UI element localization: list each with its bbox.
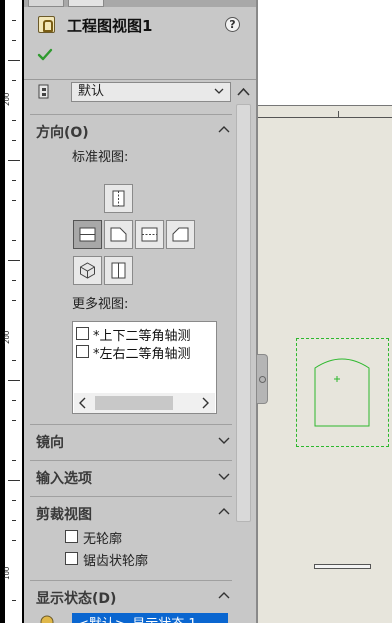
- list-item-label: *上下二等角轴测: [93, 329, 191, 344]
- section-mirror-header[interactable]: 镜向: [24, 427, 232, 453]
- chevron-up-icon: [218, 592, 230, 599]
- scroll-thumb[interactable]: [236, 104, 251, 522]
- section-mirror-label: 镜向: [36, 435, 64, 451]
- sheet-format-row: 默认: [38, 82, 231, 102]
- checkbox[interactable]: [65, 530, 78, 543]
- jagged-outline-label: 锯齿状轮廓: [83, 554, 149, 569]
- chevron-down-icon: [214, 88, 224, 94]
- sheet-zone-tick: [338, 111, 339, 117]
- scroll-right-icon[interactable]: [200, 397, 210, 409]
- view-left-icon: [172, 227, 189, 242]
- scroll-left-icon[interactable]: [78, 397, 88, 409]
- display-state-item[interactable]: <默认>_显示状态 1: [72, 613, 228, 623]
- standard-views-label: 标准视图:: [72, 150, 129, 165]
- section-orientation-label: 方向(O): [36, 125, 89, 141]
- display-state-row: <默认>_显示状态 1: [38, 610, 228, 623]
- panel-title: 工程图视图1: [67, 17, 153, 35]
- sheet-border-line: [258, 117, 392, 118]
- drawing-entity[interactable]: [314, 564, 371, 569]
- vertical-scrollbar[interactable]: [232, 80, 256, 623]
- view-right-icon: [110, 227, 127, 242]
- panel-title-row: 工程图视图1 ?: [24, 7, 256, 41]
- list-item-label: *左右二等角轴测: [93, 347, 191, 362]
- view-top-button[interactable]: [104, 184, 133, 213]
- view-bottom-icon: [141, 227, 158, 242]
- ruler-label: 200: [3, 330, 11, 344]
- panel-divider: [24, 79, 256, 80]
- view-isometric-button[interactable]: [73, 256, 102, 285]
- view-bottom-button[interactable]: [135, 220, 164, 249]
- drawing-sheet[interactable]: [258, 105, 392, 623]
- view-back-icon: [111, 262, 126, 279]
- vertical-ruler: 200 200 100: [0, 0, 24, 623]
- no-outline-label: 无轮廓: [83, 532, 123, 547]
- panel-splitter-handle[interactable]: [257, 354, 268, 404]
- section-crop-view-label: 剪裁视图: [36, 507, 92, 523]
- sheet-format-value: 默认: [78, 84, 105, 99]
- tab-feature-manager[interactable]: [28, 0, 64, 7]
- view-front-button[interactable]: [73, 220, 102, 249]
- section-import-options-header[interactable]: 输入选项: [24, 463, 232, 489]
- more-views-list[interactable]: *上下二等角轴测 *左右二等角轴测: [72, 321, 217, 414]
- scroll-up-icon[interactable]: [235, 84, 252, 101]
- chevron-up-icon: [218, 508, 230, 515]
- view-right-button[interactable]: [104, 220, 133, 249]
- help-icon[interactable]: ?: [225, 17, 240, 32]
- chevron-down-icon: [218, 473, 230, 480]
- view-top-icon: [112, 190, 125, 207]
- drawing-view-geometry: [314, 358, 370, 427]
- property-manager-panel: 工程图视图1 ? 默认 方向(O) 标准视图: 更多视图: *上下二等角轴测 *…: [24, 0, 257, 623]
- view-back-button[interactable]: [104, 256, 133, 285]
- tab-property-manager[interactable]: [68, 0, 104, 7]
- chevron-up-icon: [218, 126, 230, 133]
- ruler-label: 200: [3, 92, 11, 106]
- drawing-view-icon: [38, 16, 55, 33]
- sheet-format-select[interactable]: 默认: [71, 82, 231, 102]
- ruler-label: 100: [3, 566, 11, 580]
- section-import-options-label: 输入选项: [36, 471, 92, 487]
- checkmark-icon[interactable]: [37, 47, 53, 63]
- more-views-label: 更多视图:: [72, 297, 129, 312]
- checkbox[interactable]: [65, 552, 78, 565]
- section-display-state-header[interactable]: 显示状态(D): [24, 583, 232, 609]
- view-left-button[interactable]: [166, 220, 195, 249]
- checkbox[interactable]: [76, 327, 89, 340]
- horizontal-scrollbar[interactable]: [74, 393, 215, 413]
- display-state-icon: [40, 615, 54, 623]
- checkbox[interactable]: [76, 345, 89, 358]
- view-isometric-icon: [80, 262, 95, 279]
- sheet-format-icon: [38, 84, 49, 99]
- chevron-down-icon: [218, 437, 230, 444]
- drawing-view-boundary[interactable]: [296, 338, 389, 447]
- section-crop-view-header[interactable]: 剪裁视图: [24, 499, 232, 525]
- section-orientation-header[interactable]: 方向(O): [24, 117, 232, 143]
- view-front-icon: [79, 227, 96, 242]
- scroll-thumb[interactable]: [95, 396, 173, 410]
- panel-tabs: [24, 0, 256, 7]
- section-display-state-label: 显示状态(D): [36, 591, 117, 607]
